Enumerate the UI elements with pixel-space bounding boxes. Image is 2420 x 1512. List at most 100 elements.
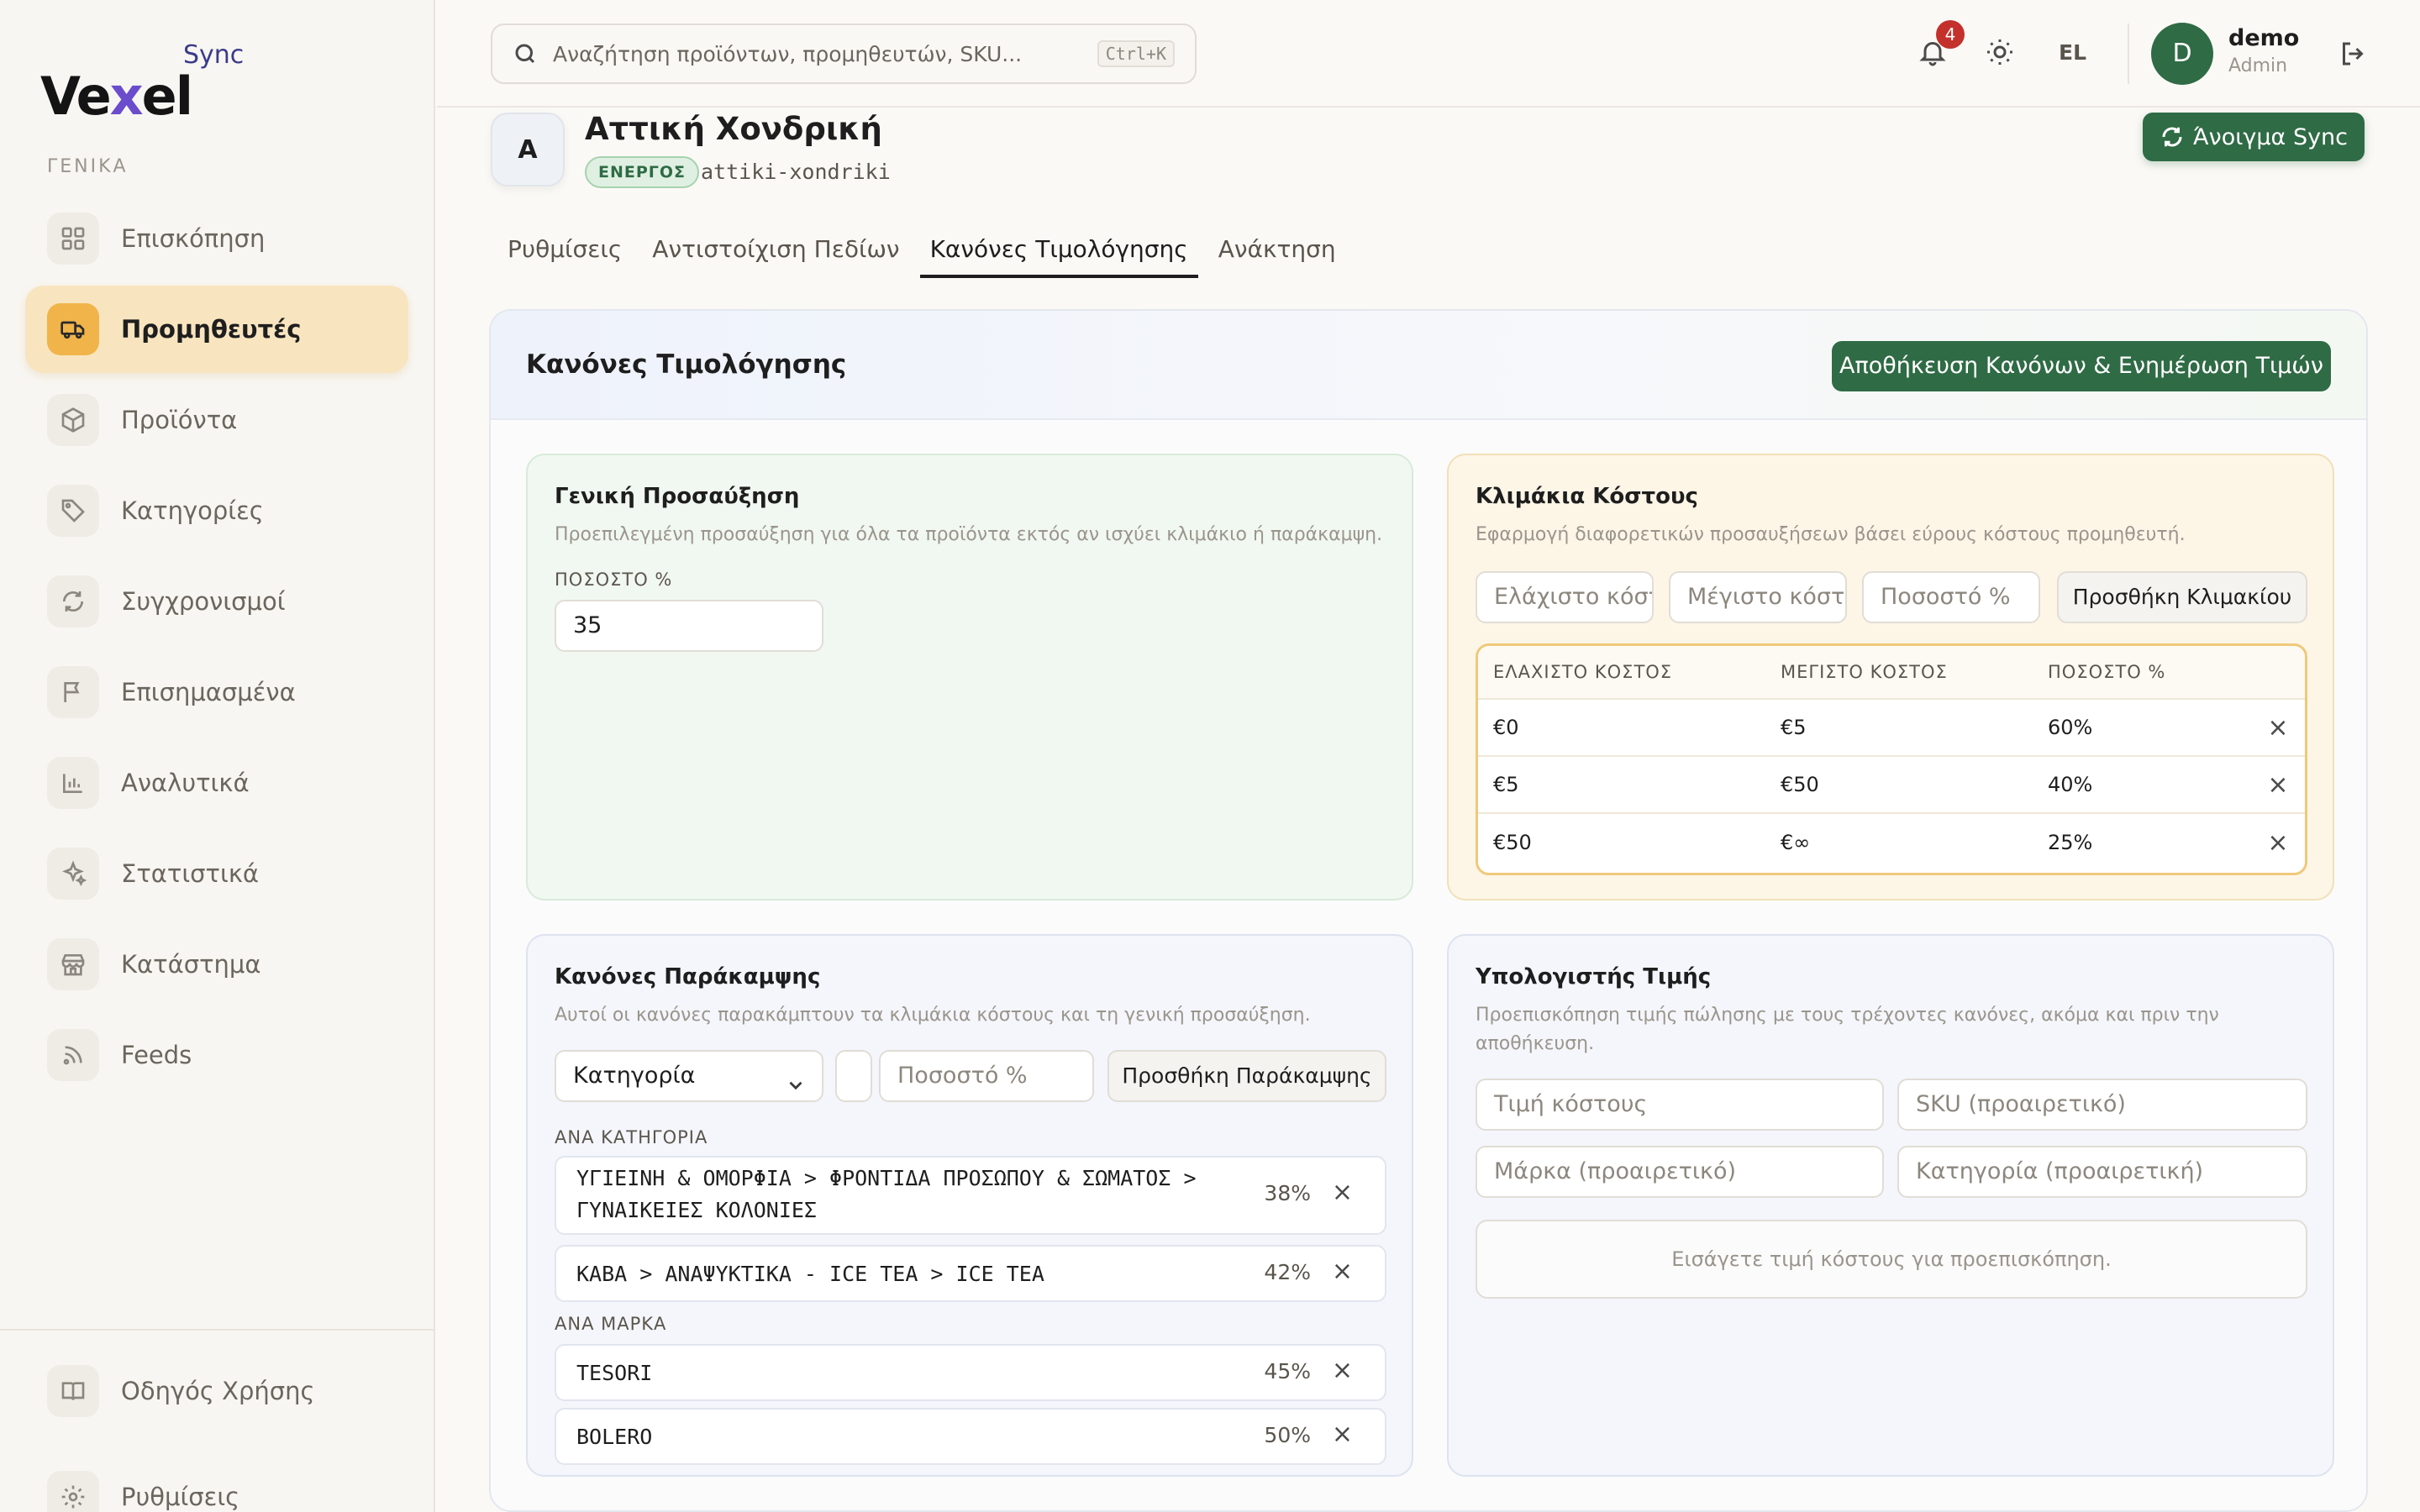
box-icon xyxy=(47,394,99,446)
logout-button[interactable] xyxy=(2338,39,2368,72)
override-category-line1: ΚΑΒΑ > ΑΝΑΨΥΚΤΙΚΑ - ICE TEA > ICE TEA xyxy=(576,1262,1044,1286)
add-tier-button[interactable]: Προσθήκη Κλιμακίου xyxy=(2057,571,2307,623)
tab-settings[interactable]: Ρυθμίσεις xyxy=(497,232,632,278)
sparkles-icon xyxy=(47,848,99,900)
sidebar-item-label: Επισκόπηση xyxy=(121,224,266,253)
topbar-divider xyxy=(2128,24,2129,84)
tier-max: €5 xyxy=(1781,716,1807,739)
open-sync-button[interactable]: Άνοιγμα Sync xyxy=(2143,113,2365,161)
sun-icon xyxy=(1987,39,2012,65)
percent-label: ΠΟΣΟΣΤΟ % xyxy=(555,570,673,590)
notifications-button[interactable]: 4 xyxy=(1918,20,1965,71)
sidebar-item-feeds[interactable]: Feeds xyxy=(25,1011,408,1099)
sidebar-item-label: Κατάστημα xyxy=(121,950,261,979)
override-type-value: Κατηγορία xyxy=(573,1063,696,1089)
book-icon xyxy=(47,1365,99,1417)
search-shortcut: Ctrl+K xyxy=(1097,40,1175,67)
gear-icon xyxy=(47,1471,99,1512)
tier-max: €∞ xyxy=(1781,831,1811,854)
user-role: Admin xyxy=(2228,55,2288,76)
supplier-name: Αττική Χονδρική xyxy=(585,111,882,147)
bar-chart-icon xyxy=(47,757,99,809)
tier-percent: 60% xyxy=(2048,716,2093,739)
override-brand-name: BOLERO xyxy=(576,1425,653,1449)
user-name: demo xyxy=(2228,25,2300,51)
sidebar-item-products[interactable]: Προϊόντα xyxy=(25,376,408,464)
panel-description: Προεπισκόπηση τιμής πώλησης με τους τρέχ… xyxy=(1476,1005,2219,1054)
tier-percent: 40% xyxy=(2048,773,2093,796)
tab-bar: Ρυθμίσεις Αντιστοίχιση Πεδίων Κανόνες Τι… xyxy=(497,232,1356,278)
sidebar-section-label: ΓΕΝΙΚΑ xyxy=(47,156,129,177)
remove-tier-icon[interactable]: × xyxy=(2251,713,2305,743)
list-item: ΚΑΒΑ > ΑΝΑΨΥΚΤΙΚΑ - ICE TEA > ICE TEA 42… xyxy=(555,1245,1386,1302)
tab-pricing-rules[interactable]: Κανόνες Τιμολόγησης xyxy=(919,232,1198,278)
panel-title: Κλιμάκια Κόστους xyxy=(1476,484,1698,509)
pricing-rules-card: Κανόνες Τιμολόγησης Αποθήκευση Κανόνων &… xyxy=(489,309,2368,1512)
tier-max-input[interactable]: Μέγιστο κόστος xyxy=(1669,571,1847,623)
sku-input[interactable]: SKU (προαιρετικό) xyxy=(1897,1079,2307,1131)
cost-price-input[interactable]: Τιμή κόστους xyxy=(1476,1079,1884,1131)
sidebar-item-overview[interactable]: Επισκόπηση xyxy=(25,195,408,282)
remove-tier-icon[interactable]: × xyxy=(2251,828,2305,858)
supplier-logo: A xyxy=(491,113,565,186)
column-header: ΕΛΑΧΙΣΤΟ ΚΟΣΤΟΣ xyxy=(1493,662,1673,682)
sidebar-item-store[interactable]: Κατάστημα xyxy=(25,921,408,1008)
add-override-button[interactable]: Προσθήκη Παράκαμψης xyxy=(1107,1050,1386,1102)
sidebar-item-statistics[interactable]: Στατιστικά xyxy=(25,830,408,917)
remove-override-icon[interactable]: × xyxy=(1332,1356,1353,1385)
tier-min: €0 xyxy=(1493,716,1519,739)
sidebar-item-label: Επισημασμένα xyxy=(121,678,296,706)
sidebar-bottom-nav: Οδηγός Χρήσης Ρυθμίσεις xyxy=(25,1329,408,1512)
sidebar-nav: Επισκόπηση Προμηθευτές Προϊόντα Κατηγορί… xyxy=(25,195,408,1102)
save-rules-button[interactable]: Αποθήκευση Κανόνων & Ενημέρωση Τιμών xyxy=(1832,341,2331,391)
override-percent: 42% xyxy=(1264,1260,1311,1284)
category-input[interactable]: Κατηγορία (προαιρετική) xyxy=(1897,1146,2307,1198)
theme-toggle-button[interactable] xyxy=(1985,37,2018,71)
sidebar-item-syncs[interactable]: Συγχρονισμοί xyxy=(25,558,408,645)
remove-override-icon[interactable]: × xyxy=(1332,1178,1353,1207)
table-header: ΕΛΑΧΙΣΤΟ ΚΟΣΤΟΣ ΜΕΓΙΣΤΟ ΚΟΣΤΟΣ ΠΟΣΟΣΤΟ % xyxy=(1478,646,2305,700)
override-rules-panel: Κανόνες Παράκαμψης Αυτοί οι κανόνες παρα… xyxy=(526,934,1413,1477)
cost-tiers-panel: Κλιμάκια Κόστους Εφαρμογή διαφορετικών π… xyxy=(1447,454,2334,900)
flag-icon xyxy=(47,666,99,718)
sidebar-item-label: Ρυθμίσεις xyxy=(121,1483,240,1511)
search-placeholder: Αναζήτηση προϊόντων, προμηθευτών, SKU... xyxy=(553,41,1023,66)
override-category-line1: ΥΓΙΕΙΝΗ & ΟΜΟΡΦΙΑ > ΦΡΟΝΤΙΔΑ ΠΡΟΣΩΠΟΥ & … xyxy=(576,1166,1197,1190)
remove-override-icon[interactable]: × xyxy=(1332,1257,1353,1286)
tier-min-input[interactable]: Ελάχιστο κόστος xyxy=(1476,571,1654,623)
brand-input[interactable]: Μάρκα (προαιρετικό) xyxy=(1476,1146,1884,1198)
panel-title: Γενική Προσαύξηση xyxy=(555,484,800,509)
search-input[interactable]: Αναζήτηση προϊόντων, προμηθευτών, SKU...… xyxy=(491,24,1197,84)
override-value-input[interactable] xyxy=(835,1050,872,1102)
override-brand-name: TESORI xyxy=(576,1361,653,1385)
remove-override-icon[interactable]: × xyxy=(1332,1420,1353,1449)
tier-max: €50 xyxy=(1781,773,1819,796)
panel-title: Υπολογιστής Τιμής xyxy=(1476,964,1712,990)
tab-fetch[interactable]: Ανάκτηση xyxy=(1208,232,1346,278)
supplier-slug: attiki-xondriki xyxy=(701,160,891,184)
general-percent-input[interactable]: 35 xyxy=(555,600,823,652)
price-preview: Εισάγετε τιμή κόστους για προεπισκόπηση. xyxy=(1476,1220,2307,1299)
tier-percent-input[interactable]: Ποσοστό % xyxy=(1862,571,2040,623)
sidebar-item-settings[interactable]: Ρυθμίσεις xyxy=(25,1453,408,1512)
general-markup-panel: Γενική Προσαύξηση Προεπιλεγμένη προσαύξη… xyxy=(526,454,1413,900)
remove-tier-icon[interactable]: × xyxy=(2251,770,2305,800)
tiers-table: ΕΛΑΧΙΣΤΟ ΚΟΣΤΟΣ ΜΕΓΙΣΤΟ ΚΟΣΤΟΣ ΠΟΣΟΣΤΟ %… xyxy=(1476,643,2307,875)
tab-field-mapping[interactable]: Αντιστοίχιση Πεδίων xyxy=(642,232,909,278)
tier-min: €50 xyxy=(1493,831,1532,854)
override-percent-input[interactable]: Ποσοστό % xyxy=(879,1050,1094,1102)
sidebar-item-categories[interactable]: Κατηγορίες xyxy=(25,467,408,554)
sidebar-item-analytics[interactable]: Αναλυτικά xyxy=(25,739,408,827)
app-logo[interactable]: Vexel Sync xyxy=(40,40,259,127)
avatar[interactable]: D xyxy=(2151,23,2213,85)
search-icon xyxy=(515,44,535,64)
tier-percent: 25% xyxy=(2048,831,2093,854)
truck-icon xyxy=(47,303,99,355)
language-switch[interactable]: EL xyxy=(2059,40,2086,65)
grid-icon xyxy=(47,213,99,265)
sidebar-item-suppliers[interactable]: Προμηθευτές xyxy=(25,286,408,373)
sidebar-item-user-guide[interactable]: Οδηγός Χρήσης xyxy=(25,1347,408,1435)
sidebar-item-flagged[interactable]: Επισημασμένα xyxy=(25,648,408,736)
override-type-select[interactable]: Κατηγορία xyxy=(555,1050,823,1102)
store-icon xyxy=(47,938,99,990)
